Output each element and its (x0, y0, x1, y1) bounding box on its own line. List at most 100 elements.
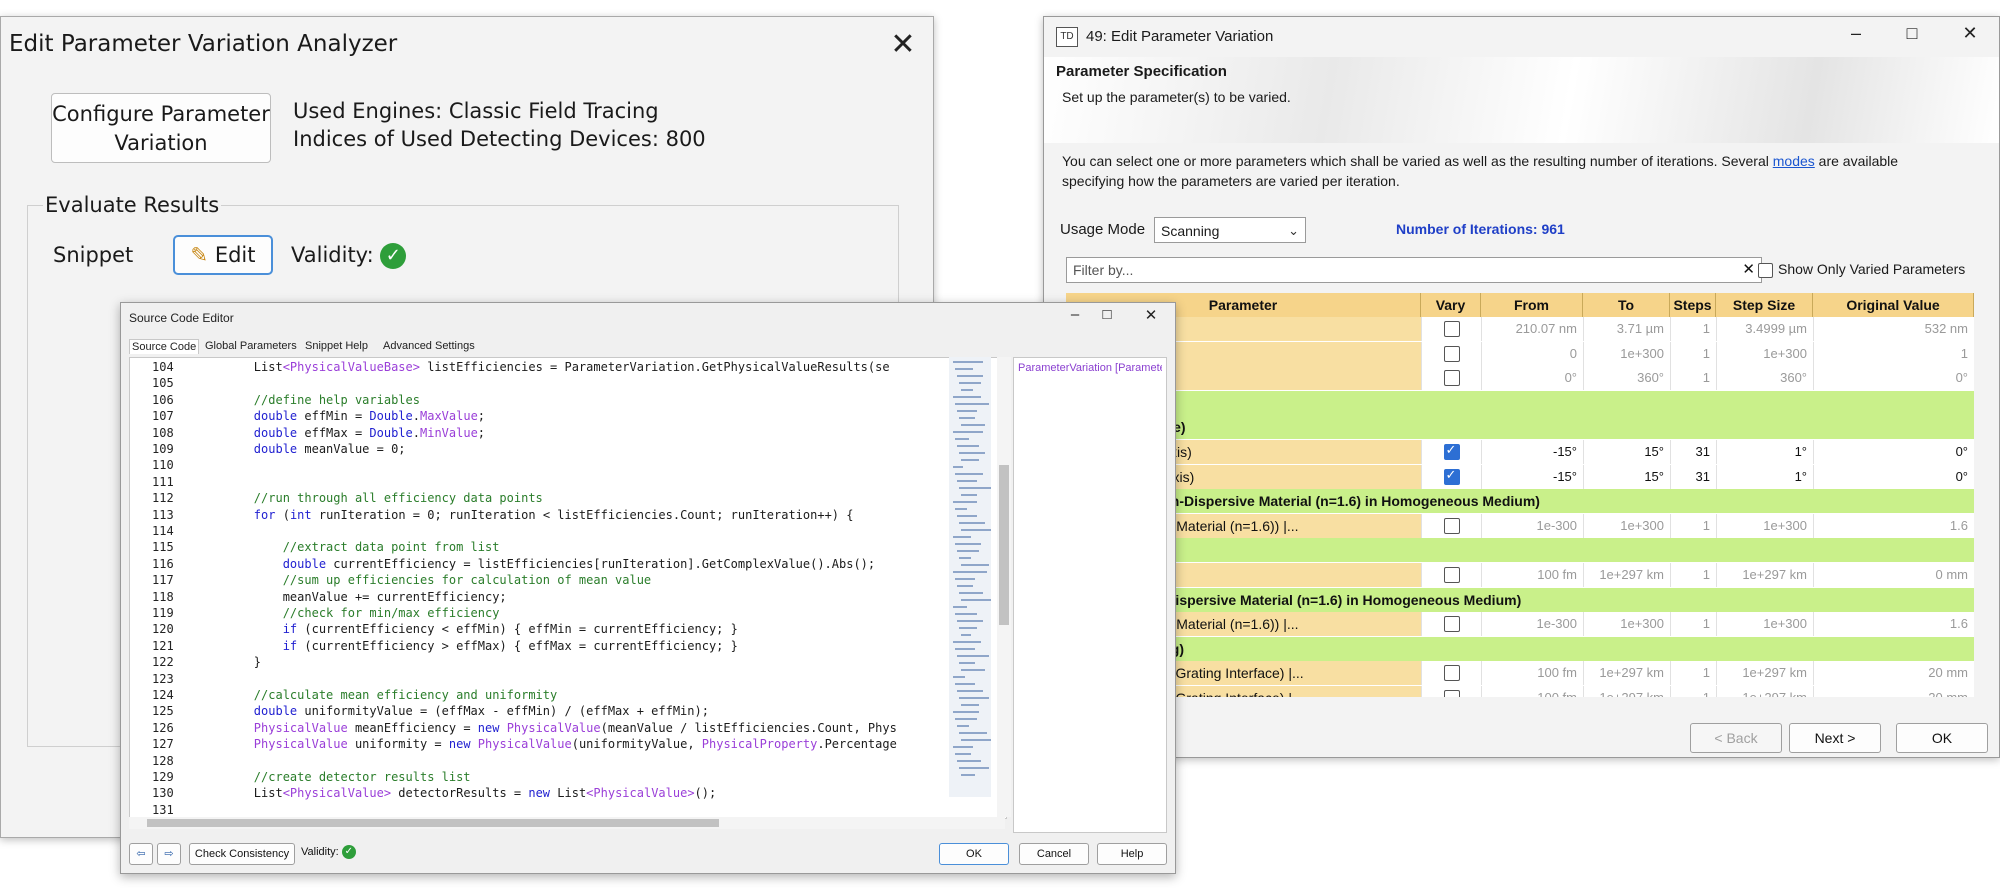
column-header[interactable]: Original Value (1813, 293, 1974, 317)
table-row[interactable]: gth210.07 nm3.71 µm13.4999 µm532 nm (1066, 317, 1974, 341)
vary-cell[interactable] (1421, 317, 1481, 341)
code-area[interactable]: 104 List<PhysicalValueBase> listEfficien… (129, 357, 1007, 819)
checked-checkbox-icon[interactable] (1443, 467, 1460, 485)
column-header[interactable]: To (1583, 293, 1670, 317)
table-row[interactable]: cting" (# 1) (1066, 390, 1974, 415)
value-cell[interactable]: 1e-300 (1481, 612, 1583, 637)
checkbox-icon[interactable] (1443, 517, 1460, 534)
value-cell[interactable]: 1.6 (1813, 612, 1974, 637)
value-cell[interactable]: 20 mm (1813, 686, 1974, 697)
value-cell[interactable]: 1e+297 km (1583, 686, 1670, 697)
minimize-icon[interactable]: – (1065, 306, 1085, 323)
vary-cell[interactable] (1421, 464, 1481, 489)
configure-parameter-variation-button[interactable]: Configure Parameter Variation (51, 93, 271, 163)
value-cell[interactable]: 3.71 µm (1583, 317, 1670, 341)
table-row[interactable]: n #1 (about X-Axis)-15°15°311°0° (1066, 440, 1974, 464)
vary-cell[interactable] (1421, 366, 1481, 391)
checkbox-icon[interactable] (1443, 690, 1460, 697)
value-cell[interactable]: 1e+297 km (1716, 563, 1813, 587)
checkbox-icon[interactable] (1443, 665, 1460, 682)
value-cell[interactable]: 100 fm (1481, 661, 1583, 686)
maximize-icon[interactable]: □ (1892, 23, 1932, 44)
vary-cell[interactable] (1421, 341, 1481, 366)
table-row[interactable]: s of Base Block100 fm1e+297 km11e+297 km… (1066, 563, 1974, 587)
value-cell[interactable]: 1e+300 (1583, 612, 1670, 637)
value-cell[interactable]: 100 fm (1481, 563, 1583, 587)
value-cell[interactable]: 31 (1670, 464, 1716, 489)
value-cell[interactable]: 360° (1716, 366, 1813, 391)
tab-snippet-help[interactable]: Snippet Help (303, 339, 370, 353)
column-header[interactable]: Steps (1670, 293, 1716, 317)
vary-cell[interactable] (1421, 686, 1481, 697)
usage-mode-select[interactable]: Scanning ⌄ (1154, 217, 1306, 243)
horizontal-scroll-thumb[interactable] (147, 819, 719, 827)
value-cell[interactable]: 31 (1670, 440, 1716, 464)
value-cell[interactable]: 1 (1670, 341, 1716, 366)
maximize-icon[interactable]: □ (1097, 306, 1117, 323)
value-cell[interactable]: 1 (1670, 686, 1716, 697)
column-header[interactable]: Vary (1421, 293, 1481, 317)
checkbox-icon[interactable] (1443, 321, 1460, 337)
import-icon[interactable]: ⇦ (129, 843, 153, 865)
value-cell[interactable]: -15° (1481, 440, 1583, 464)
value-cell[interactable]: 1 (1670, 563, 1716, 587)
value-cell[interactable]: 1 (1670, 612, 1716, 637)
value-cell[interactable]: 1e+300 (1716, 612, 1813, 637)
table-row[interactable]: "T" Output (Non-Dispersive Material (n=1… (1066, 489, 1974, 514)
column-header[interactable]: From (1481, 293, 1583, 317)
ok-button[interactable]: OK (939, 843, 1009, 865)
modes-link[interactable]: modes (1773, 153, 1815, 169)
table-row[interactable]: tion Angle0°360°1360°0° (1066, 366, 1974, 391)
value-cell[interactable]: 0° (1481, 366, 1583, 391)
value-cell[interactable]: 3.4999 µm (1716, 317, 1813, 341)
filter-input[interactable]: Filter by... ✕ (1066, 257, 1762, 283)
value-cell[interactable]: 1e+300 (1583, 341, 1670, 366)
cancel-button[interactable]: Cancel (1019, 843, 1089, 865)
value-cell[interactable]: 1° (1716, 464, 1813, 489)
column-header[interactable]: Step Size (1716, 293, 1813, 317)
value-cell[interactable]: 0 mm (1813, 563, 1974, 587)
vary-cell[interactable] (1421, 563, 1481, 587)
table-row[interactable]: (Non-Dispersive Material (n=1.6)) |... 1e… (1066, 612, 1974, 637)
close-icon[interactable]: ✕ (1950, 23, 1990, 44)
value-cell[interactable]: 1e+300 (1716, 341, 1813, 366)
value-cell[interactable]: 1e+300 (1583, 513, 1670, 538)
tab-source-code[interactable]: Source Code (129, 339, 200, 354)
value-cell[interactable]: 210.07 nm (1481, 317, 1583, 341)
checked-checkbox-icon[interactable] (1443, 442, 1460, 460)
vary-cell[interactable] (1421, 440, 1481, 464)
minimize-icon[interactable]: – (1836, 23, 1876, 44)
code-minimap[interactable] (949, 357, 991, 797)
table-row[interactable]: #1 (Rectangular Grating Interface) |...1… (1066, 661, 1974, 686)
check-consistency-button[interactable]: Check Consistency (189, 843, 295, 865)
next-button[interactable]: Next > (1789, 723, 1881, 753)
value-cell[interactable]: 1e+297 km (1716, 661, 1813, 686)
vary-cell[interactable] (1421, 513, 1481, 538)
checkbox-icon[interactable] (1443, 616, 1460, 633)
value-cell[interactable]: 1.6 (1813, 513, 1974, 538)
value-cell[interactable]: 15° (1583, 464, 1670, 489)
ok-button[interactable]: OK (1896, 723, 1988, 753)
help-button[interactable]: Help (1097, 843, 1167, 865)
close-icon[interactable]: ✕ (881, 25, 925, 65)
value-cell[interactable]: 15° (1583, 440, 1670, 464)
vertical-scroll-thumb[interactable] (999, 465, 1009, 625)
tab-global-parameters[interactable]: Global Parameters (203, 339, 299, 353)
tab-advanced-settings[interactable]: Advanced Settings (381, 339, 477, 353)
table-row[interactable]: tioning (Relative) (1066, 415, 1974, 440)
export-icon[interactable]: ⇨ (157, 843, 181, 865)
show-only-varied-checkbox[interactable]: Show Only Varied Parameters (1758, 261, 1965, 278)
value-cell[interactable]: 0° (1813, 464, 1974, 489)
checkbox-icon[interactable] (1443, 345, 1460, 362)
value-cell[interactable]: 0° (1813, 440, 1974, 464)
table-row[interactable]: 0 1e+300 1 1e+300 1 (1066, 341, 1974, 366)
clear-filter-icon[interactable]: ✕ (1742, 258, 1755, 282)
table-row[interactable]: ncouple Grating) (1066, 636, 1974, 661)
table-row[interactable]: Medium (Non-Dispersive Material (n=1.6) … (1066, 587, 1974, 612)
value-cell[interactable]: 1 (1670, 317, 1716, 341)
value-cell[interactable]: 0 (1481, 341, 1583, 366)
checkbox-icon[interactable] (1443, 567, 1460, 583)
value-cell[interactable]: 0° (1813, 366, 1974, 391)
value-cell[interactable]: 1e+297 km (1716, 686, 1813, 697)
value-cell[interactable]: -15° (1481, 464, 1583, 489)
